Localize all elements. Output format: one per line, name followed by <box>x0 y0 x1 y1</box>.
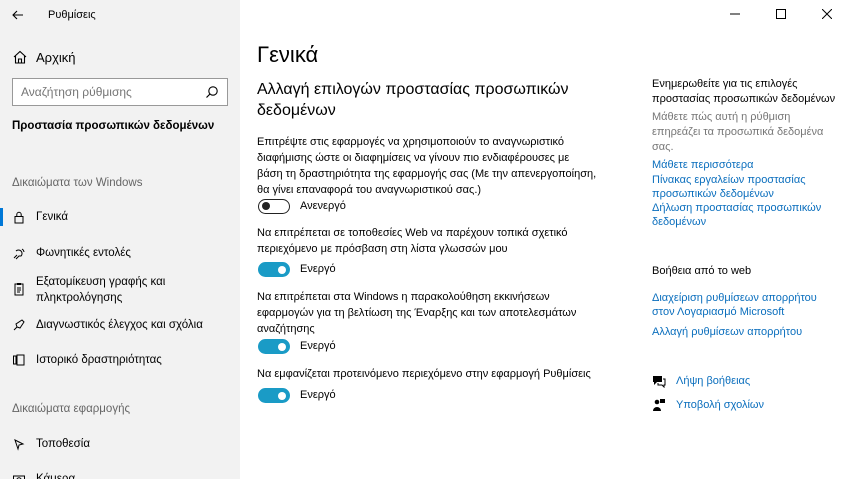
sidebar: Ρυθμίσεις Αρχική Προστασία προσωπικών δε… <box>0 0 240 479</box>
toggle-knob <box>278 342 286 351</box>
section-title: Προστασία προσωπικών δεδομένων <box>12 120 215 132</box>
setting-description-app-launch-tracking: Να επιτρέπεται στα Windows η παρακολούθη… <box>257 291 577 335</box>
camera-icon <box>13 475 25 479</box>
sidebar-item-label: Ιστορικό δραστηριότητας <box>36 354 162 366</box>
home-icon <box>13 50 27 64</box>
section-heading: Αλλαγή επιλογών προστασίας προσωπικών δε… <box>257 81 569 119</box>
home-label: Αρχική <box>36 50 76 65</box>
sidebar-item-activity-history[interactable]: Ιστορικό δραστηριότητας <box>0 350 240 370</box>
history-icon <box>13 354 25 366</box>
privacy-dashboard-link[interactable]: Πίνακας εργαλείων προστασίας προσωπικών … <box>652 173 822 201</box>
toggle-state-label: Ενεργό <box>300 340 336 352</box>
setting-description-advertising-id: Επιτρέψτε στις εφαρμογές να χρησιμοποιού… <box>257 136 597 196</box>
page-title: Γενικά <box>257 42 319 67</box>
info-title: Ενημερωθείτε για τις επιλογές προστασίας… <box>652 78 836 105</box>
selection-indicator <box>0 208 3 226</box>
home-nav-item[interactable]: Αρχική <box>0 43 240 71</box>
setting-description-language-list: Να επιτρέπεται σε τοποθεσίες Web να παρέ… <box>257 227 568 255</box>
main-content: Γενικά Αλλαγή επιλογών προστασίας προσωπ… <box>240 0 850 479</box>
toggle-app-launch-tracking[interactable] <box>258 339 290 354</box>
toggle-state-label: Ενεργό <box>300 263 336 275</box>
sidebar-item-label: Φωνητικές εντολές <box>36 247 131 259</box>
web-help-title: Βοήθεια από το web <box>652 265 752 277</box>
toggle-suggested-content[interactable] <box>258 388 290 403</box>
change-privacy-settings-link[interactable]: Αλλαγή ρυθμίσεων απορρήτου <box>652 325 842 339</box>
feedback-person-icon <box>653 399 665 411</box>
sidebar-item-speech[interactable]: Φωνητικές εντολές <box>0 243 240 263</box>
learn-more-link[interactable]: Μάθετε περισσότερα <box>652 158 842 172</box>
toggle-advertising-id[interactable] <box>258 199 290 214</box>
privacy-statement-link[interactable]: Δήλωση προστασίας προσωπικών δεδομένων <box>652 201 827 229</box>
sidebar-item-general[interactable]: Γενικά <box>0 206 240 228</box>
manage-privacy-microsoft-account-link[interactable]: Διαχείριση ρυθμίσεων απορρήτου στον Λογα… <box>652 291 827 319</box>
toggle-knob <box>278 265 286 274</box>
get-help-link[interactable]: Λήψη βοήθειας <box>652 374 842 390</box>
lock-icon <box>14 211 24 224</box>
sidebar-item-inking-typing[interactable]: Εξατομίκευση γραφής και πληκτρολόγησης <box>0 273 240 307</box>
search-box[interactable] <box>12 78 228 106</box>
search-input[interactable] <box>13 79 201 105</box>
sidebar-item-label: Εξατομίκευση γραφής και πληκτρολόγησης <box>36 276 166 304</box>
toggle-state-label: Ανενεργό <box>300 200 346 212</box>
title-bar-left: Ρυθμίσεις <box>0 0 240 30</box>
sidebar-item-camera[interactable]: Κάμερα <box>0 469 240 479</box>
toggle-language-list[interactable] <box>258 262 290 277</box>
get-help-label: Λήψη βοήθειας <box>676 375 751 387</box>
give-feedback-label: Υποβολή σχολίων <box>676 399 765 411</box>
back-arrow-icon <box>12 10 23 20</box>
group-label-windows-permissions: Δικαιώματα των Windows <box>12 177 143 189</box>
clipboard-icon <box>14 283 24 296</box>
sidebar-item-label: Τοποθεσία <box>36 438 90 450</box>
info-text: Μάθετε πώς αυτή η ρύθμιση επηρεάζει τα π… <box>652 111 824 153</box>
sidebar-item-label: Κάμερα <box>36 473 76 479</box>
group-label-app-permissions: Δικαιώματα εφαρμογής <box>12 403 131 415</box>
sidebar-item-location[interactable]: Τοποθεσία <box>0 434 240 454</box>
give-feedback-link[interactable]: Υποβολή σχολίων <box>652 398 842 414</box>
feedback-icon <box>13 319 25 331</box>
toggle-knob <box>278 391 286 400</box>
search-icon <box>206 86 218 98</box>
voice-icon <box>13 248 25 260</box>
app-title: Ρυθμίσεις <box>48 9 96 21</box>
toggle-state-label: Ενεργό <box>300 389 336 401</box>
location-icon <box>14 439 25 451</box>
help-chat-icon <box>653 376 666 388</box>
sidebar-item-diagnostics[interactable]: Διαγνωστικός έλεγχος και σχόλια <box>0 315 240 335</box>
toggle-knob <box>262 202 270 210</box>
setting-description-suggested-content: Να εμφανίζεται προτεινόμενο περιεχόμενο … <box>257 368 591 380</box>
sidebar-item-label: Γενικά <box>36 211 69 223</box>
sidebar-item-label: Διαγνωστικός έλεγχος και σχόλια <box>36 319 203 331</box>
back-button[interactable] <box>0 0 36 30</box>
